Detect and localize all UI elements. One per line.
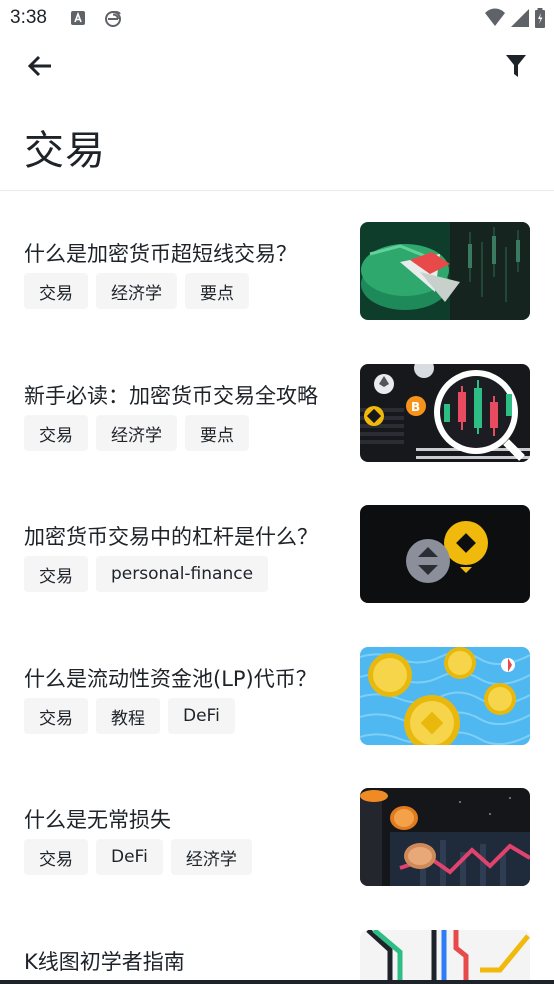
article-title: 加密货币交易中的杠杆是什么？	[24, 525, 318, 549]
article-title: 什么是流动性资金池(LP)代币？	[24, 667, 317, 691]
status-bar: 3:38	[0, 0, 554, 36]
filter-button[interactable]	[500, 52, 532, 84]
article-tags: 交易 教程 DeFi	[24, 698, 235, 734]
tag[interactable]: 要点	[185, 273, 249, 309]
article-thumbnail	[360, 930, 530, 980]
tag[interactable]: 经济学	[96, 415, 177, 451]
article-tags: 交易 DeFi 经济学	[24, 839, 252, 875]
article-title: 什么是加密货币超短线交易？	[24, 242, 297, 266]
tag[interactable]: DeFi	[96, 839, 163, 875]
back-button[interactable]	[22, 52, 58, 84]
svg-text:B: B	[411, 400, 420, 414]
article-card[interactable]: 加密货币交易中的杠杆是什么？ 交易 personal-finance	[0, 505, 554, 615]
app-bar	[0, 44, 554, 92]
bottom-edge	[0, 980, 554, 984]
article-card[interactable]: 新手必读：加密货币交易全攻略 交易 经济学 要点 B	[0, 364, 554, 474]
tag[interactable]: 交易	[24, 415, 88, 451]
tag[interactable]: 教程	[96, 698, 160, 734]
article-card[interactable]: K线图初学者指南	[0, 930, 554, 980]
article-card[interactable]: 什么是无常损失 交易 DeFi 经济学	[0, 788, 554, 898]
browser-e-icon	[104, 10, 122, 32]
page-title: 交易	[24, 128, 106, 174]
article-card[interactable]: 什么是加密货币超短线交易？ 交易 经济学 要点	[0, 222, 554, 332]
article-thumbnail	[360, 505, 530, 603]
article-tags: 交易 经济学 要点	[24, 273, 249, 309]
article-title: 什么是无常损失	[24, 808, 171, 832]
tag[interactable]: 经济学	[170, 839, 252, 875]
article-thumbnail	[360, 647, 530, 745]
arrow-left-icon	[27, 55, 53, 81]
tag[interactable]: 交易	[24, 273, 88, 309]
filter-icon	[505, 54, 527, 82]
status-time: 3:38	[10, 7, 47, 28]
tag[interactable]: 交易	[24, 839, 88, 875]
signal-icon	[510, 8, 530, 32]
article-thumbnail	[360, 788, 530, 886]
tag[interactable]: 经济学	[96, 273, 177, 309]
article-card[interactable]: 什么是流动性资金池(LP)代币？ 交易 教程 DeFi	[0, 647, 554, 757]
article-title: K线图初学者指南	[24, 950, 185, 974]
battery-icon	[534, 8, 546, 32]
article-tags: 交易 经济学 要点	[24, 415, 249, 451]
wifi-icon	[484, 8, 506, 32]
article-tags: 交易 personal-finance	[24, 556, 269, 592]
notification-a-icon	[70, 10, 86, 30]
header-divider	[0, 190, 554, 191]
article-thumbnail: B	[360, 364, 530, 462]
tag[interactable]: 要点	[185, 415, 249, 451]
tag[interactable]: DeFi	[168, 698, 235, 734]
tag[interactable]: 交易	[24, 556, 88, 592]
article-thumbnail	[360, 222, 530, 320]
article-title: 新手必读：加密货币交易全攻略	[24, 384, 318, 408]
tag[interactable]: personal-finance	[96, 556, 269, 592]
tag[interactable]: 交易	[24, 698, 88, 734]
